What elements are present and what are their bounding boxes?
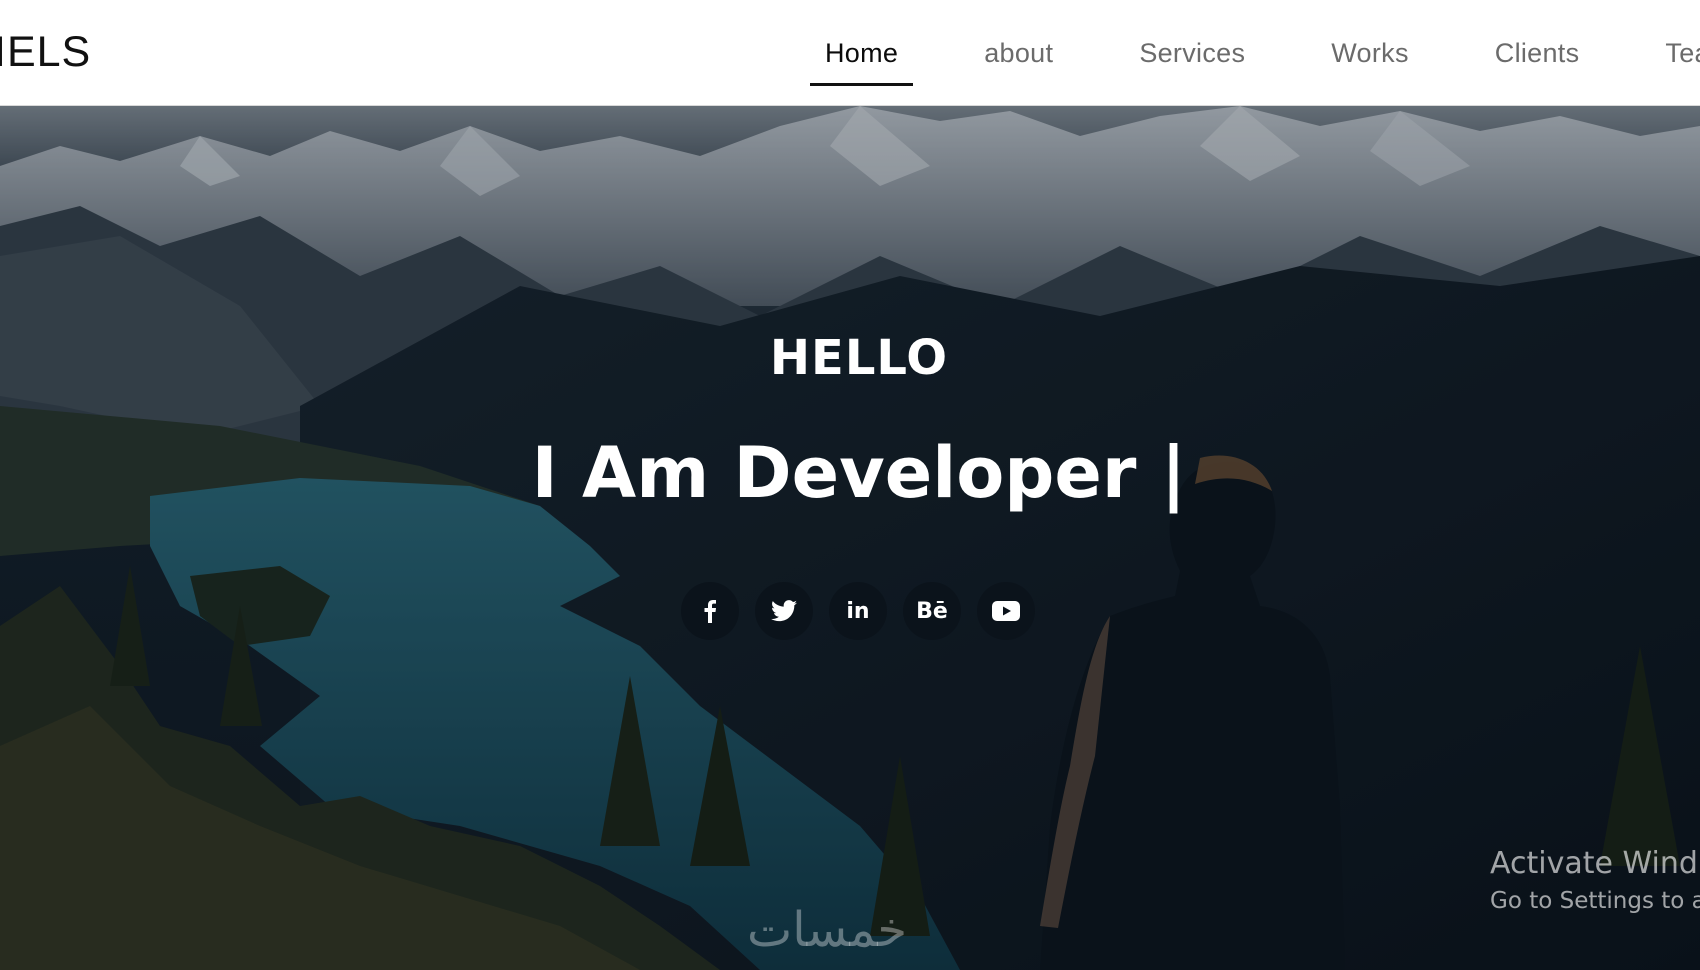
- activation-subtitle: Go to Settings to a: [1490, 888, 1700, 914]
- youtube-link[interactable]: [977, 582, 1035, 640]
- twitter-icon: [771, 600, 797, 622]
- windows-activation-notice: Activate Wind Go to Settings to a: [1490, 844, 1700, 918]
- nav-services[interactable]: Services: [1124, 3, 1260, 103]
- nav-clients[interactable]: Clients: [1480, 3, 1595, 103]
- hero-greeting: HELLO: [769, 330, 949, 386]
- activation-title: Activate Wind: [1490, 846, 1698, 881]
- hero-headline: I Am Developer |: [531, 432, 1187, 514]
- nav-works[interactable]: Works: [1316, 3, 1424, 103]
- hero-dark-overlay: [0, 106, 1700, 970]
- page: IELS Home about Services Works Clients T…: [0, 0, 1700, 970]
- nav-about[interactable]: about: [969, 3, 1068, 103]
- facebook-icon: [704, 600, 716, 623]
- main-nav: Home about Services Works Clients Team C: [810, 0, 1700, 105]
- twitter-link[interactable]: [755, 582, 813, 640]
- nav-team[interactable]: Team: [1650, 3, 1700, 103]
- hero-section: HELLO I Am Developer | in Bē خمسات Activ…: [0, 106, 1700, 970]
- nav-home[interactable]: Home: [810, 3, 914, 103]
- linkedin-icon: in: [846, 598, 870, 624]
- behance-link[interactable]: Bē: [903, 582, 961, 640]
- behance-icon: Bē: [916, 598, 948, 624]
- facebook-link[interactable]: [681, 582, 739, 640]
- youtube-icon: [992, 601, 1020, 621]
- khamsat-watermark: خمسات: [747, 902, 908, 958]
- brand-logo[interactable]: IELS: [0, 26, 91, 78]
- social-links: in Bē: [681, 582, 1035, 640]
- linkedin-link[interactable]: in: [829, 582, 887, 640]
- site-header: IELS Home about Services Works Clients T…: [0, 0, 1700, 106]
